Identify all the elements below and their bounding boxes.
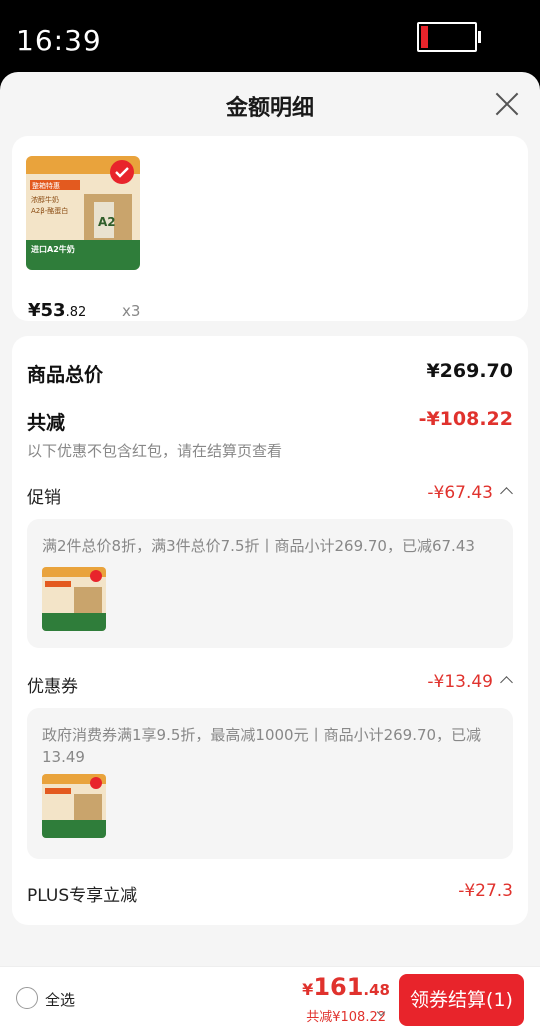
svg-text:浓醇牛奶: 浓醇牛奶 xyxy=(31,195,59,204)
svg-text:进口A2牛奶: 进口A2牛奶 xyxy=(31,244,75,254)
status-time: 16:39 xyxy=(16,24,102,57)
product-list-card: A2 整箱特惠 浓醇牛奶 A2β-酪蛋白 进口A2牛奶 ¥53.82 x3 xyxy=(12,136,528,321)
total-price-value: ¥269.70 xyxy=(426,360,513,382)
coupon-row[interactable]: 优惠券 -¥13.49 xyxy=(27,672,513,697)
chevron-up-icon xyxy=(500,676,513,689)
total-reduce-label: 共减 xyxy=(27,412,66,434)
close-icon[interactable] xyxy=(494,91,520,117)
product-image: A2 整箱特惠 浓醇牛奶 A2β-酪蛋白 进口A2牛奶 xyxy=(26,156,140,270)
coupon-label: 优惠券 xyxy=(27,677,78,697)
battery-icon xyxy=(417,22,477,52)
coupon-product-thumbnail xyxy=(42,774,106,838)
product-quantity: x3 xyxy=(122,302,141,320)
plus-row: PLUS专享立减 -¥27.3 xyxy=(27,881,513,906)
total-saved[interactable]: 共减¥108.22 xyxy=(306,1006,386,1025)
status-bar: 16:39 xyxy=(0,0,540,75)
total-reduce-row: 共减 -¥108.22 xyxy=(27,408,513,434)
checkout-button[interactable]: 领券结算(1) xyxy=(399,974,524,1026)
total-price-label: 商品总价 xyxy=(27,364,104,386)
promo-label: 促销 xyxy=(27,488,61,508)
plus-label: PLUS专享立减 xyxy=(27,886,138,906)
svg-text:A2: A2 xyxy=(98,215,116,229)
product-price: ¥53.82 xyxy=(28,300,87,321)
checkout-bar: 全选 ¥161.48 共减¥108.22 领券结算(1) xyxy=(0,966,540,1031)
plus-value: -¥27.3 xyxy=(458,881,513,901)
promo-detail-text: 满2件总价8折，满3件总价7.5折丨商品小计269.70，已减67.43 xyxy=(42,537,475,555)
total-price-row: 商品总价 ¥269.70 xyxy=(27,360,513,386)
battery-tip xyxy=(478,31,481,43)
promo-detail-box: 满2件总价8折，满3件总价7.5折丨商品小计269.70，已减67.43 xyxy=(27,519,513,648)
amount-detail-sheet: 金额明细 A2 整箱特惠 浓醇牛奶 A2β-酪蛋白 进口A2牛奶 ¥53.82 … xyxy=(0,72,540,1031)
discount-hint: 以下优惠不包含红包，请在结算页查看 xyxy=(27,442,283,460)
promo-value: -¥67.43 xyxy=(427,483,493,503)
sheet-title: 金额明细 xyxy=(225,96,314,121)
svg-text:A2β-酪蛋白: A2β-酪蛋白 xyxy=(31,206,68,215)
total-reduce-value: -¥108.22 xyxy=(418,408,513,430)
sheet-header: 金额明细 xyxy=(0,72,540,134)
coupon-detail-box: 政府消费券满1享9.5折，最高减1000元丨商品小计269.70，已减13.49 xyxy=(27,708,513,859)
coupon-value: -¥13.49 xyxy=(427,672,493,692)
svg-text:整箱特惠: 整箱特惠 xyxy=(32,181,60,190)
promo-product-thumbnail xyxy=(42,567,106,631)
select-all-radio[interactable] xyxy=(16,987,38,1009)
chevron-up-icon xyxy=(500,487,513,500)
promo-row[interactable]: 促销 -¥67.43 xyxy=(27,483,513,508)
price-details-card: 商品总价 ¥269.70 共减 -¥108.22 以下优惠不包含红包，请在结算页… xyxy=(12,336,528,925)
total-payable: ¥161.48 xyxy=(302,973,390,1001)
select-all-label[interactable]: 全选 xyxy=(45,989,75,1010)
product-tile[interactable]: A2 整箱特惠 浓醇牛奶 A2β-酪蛋白 进口A2牛奶 ¥53.82 x3 xyxy=(26,156,140,321)
coupon-detail-text: 政府消费券满1享9.5折，最高减1000元丨商品小计269.70，已减13.49 xyxy=(42,726,482,766)
